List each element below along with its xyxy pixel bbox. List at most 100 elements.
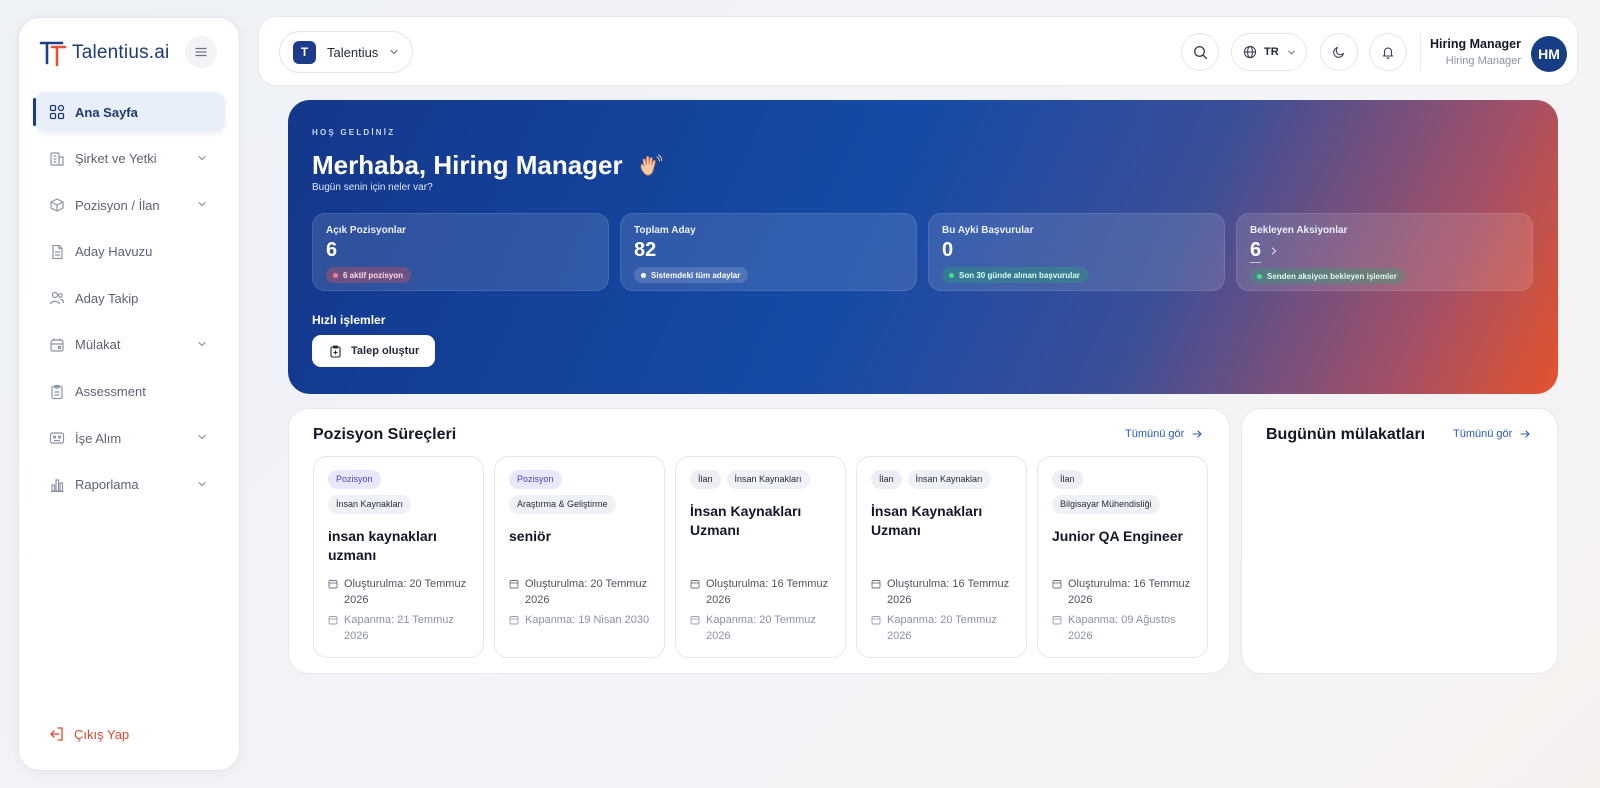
file-icon xyxy=(49,244,65,260)
chevron-down-icon xyxy=(198,435,206,440)
user-name: Hiring Manager xyxy=(1430,37,1521,51)
sidebar-item-label: Assessment xyxy=(75,384,146,400)
language-selector[interactable]: TR xyxy=(1231,33,1307,71)
theme-toggle-button[interactable] xyxy=(1320,33,1358,71)
created-date: Oluşturulma: 20 Temmuz 2026 xyxy=(509,576,656,608)
type-tag: Pozisyon xyxy=(328,470,381,489)
welcome-subtitle: Bugün senin için neler var? xyxy=(312,182,433,193)
sidebar-item-label: Raporlama xyxy=(75,477,139,493)
arrow-right-icon xyxy=(1520,430,1531,438)
see-all-interviews-link[interactable]: Tümünü gör xyxy=(1453,428,1531,440)
user-info[interactable]: Hiring Manager Hiring Manager xyxy=(1430,37,1521,67)
clipboard-icon xyxy=(49,384,65,400)
see-all-label: Tümünü gör xyxy=(1453,428,1513,440)
grid-icon xyxy=(49,104,65,120)
status-dot xyxy=(949,272,954,278)
card-title: Junior QA Engineer xyxy=(1052,528,1183,544)
sidebar-item-label: Pozisyon / İlan xyxy=(75,197,160,213)
see-all-label: Tümünü gör xyxy=(1125,428,1185,440)
status-dot xyxy=(333,272,338,278)
department-tag: İnsan Kaynakları xyxy=(328,495,412,514)
department-tag: İnsan Kaynakları xyxy=(726,470,810,489)
stat-card-total-candidates[interactable]: Toplam Aday 82 Sistemdeki tüm adaylar xyxy=(620,213,917,291)
chevron-down-icon xyxy=(1287,50,1295,55)
chevron-down-icon xyxy=(198,341,206,347)
box-icon xyxy=(49,197,65,213)
type-tag: İlan xyxy=(1052,470,1083,489)
sidebar-item-assessment[interactable]: Assessment xyxy=(35,372,225,412)
type-tag: İlan xyxy=(871,470,902,489)
sidebar-item-pozisyon-ilan[interactable]: Pozisyon / İlan xyxy=(35,185,225,225)
company-selector[interactable]: T Talentius xyxy=(279,31,413,73)
calendar-icon xyxy=(871,580,881,589)
stat-card-open-positions[interactable]: Açık Pozisyonlar 6 6 aktif pozisyon xyxy=(312,213,609,291)
closing-date: Kapanma: 20 Temmuz 2026 xyxy=(690,612,837,644)
talentius-logo-icon xyxy=(37,37,69,69)
position-processes-panel: Pozisyon Süreçleri Tümünü gör Pozisyon İ… xyxy=(288,408,1230,674)
bar-chart-icon xyxy=(49,477,65,493)
chevron-down-icon xyxy=(198,155,206,160)
closing-text: Kapanma: 20 Temmuz 2026 xyxy=(887,614,997,642)
avatar[interactable]: HM xyxy=(1531,36,1567,72)
sidebar-item-label: Mülakat xyxy=(75,337,121,353)
sidebar-item-ana-sayfa[interactable]: Ana Sayfa xyxy=(33,92,225,132)
position-card[interactable]: İlan İnsan Kaynakları İnsan Kaynakları U… xyxy=(675,456,846,658)
closing-date: Kapanma: 21 Temmuz 2026 xyxy=(328,612,475,644)
card-tags: İlan İnsan Kaynakları xyxy=(690,470,831,489)
quick-actions-title: Hızlı işlemler xyxy=(312,313,386,327)
logout-button[interactable]: Çıkış Yap xyxy=(49,726,129,742)
brand-logo[interactable]: Talentius.ai xyxy=(37,36,219,70)
stat-value-text: 6 xyxy=(326,239,338,261)
header-divider xyxy=(1420,33,1421,71)
chevron-down-icon xyxy=(198,481,206,487)
stat-note: Sistemdeki tüm adaylar xyxy=(651,270,741,280)
calendar-icon xyxy=(509,616,519,625)
card-title: İnsan Kaynakları Uzmanı xyxy=(690,503,802,538)
calendar-icon xyxy=(49,337,65,353)
stat-note: 6 aktif pozisyon xyxy=(343,270,404,280)
closing-text: Kapanma: 20 Temmuz 2026 xyxy=(706,614,816,642)
see-all-positions-link[interactable]: Tümünü gör xyxy=(1125,428,1203,440)
calendar-icon xyxy=(509,580,519,589)
position-card[interactable]: Pozisyon Araştırma & Geliştirme seniör O… xyxy=(494,456,665,658)
search-button[interactable] xyxy=(1181,33,1219,71)
sidebar-item-sirket-ve-yetki[interactable]: Şirket ve Yetki xyxy=(35,139,225,179)
closing-date: Kapanma: 09 Ağustos 2026 xyxy=(1052,612,1199,644)
position-card[interactable]: İlan İnsan Kaynakları İnsan Kaynakları U… xyxy=(856,456,1027,658)
id-card-icon xyxy=(49,430,65,446)
calendar-icon xyxy=(1052,580,1062,589)
closing-date: Kapanma: 19 Nisan 2030 xyxy=(509,612,656,628)
stat-card-monthly-applications[interactable]: Bu Ayki Başvurular 0 Son 30 günde alınan… xyxy=(928,213,1225,291)
create-request-button[interactable]: Talep oluştur xyxy=(312,335,435,367)
notifications-button[interactable] xyxy=(1369,33,1407,71)
calendar-icon xyxy=(690,616,700,625)
created-date: Oluşturulma: 16 Temmuz 2026 xyxy=(871,576,1018,608)
logout-label: Çıkış Yap xyxy=(74,726,130,742)
position-card[interactable]: İlan Bilgisayar Mühendisliği Junior QA E… xyxy=(1037,456,1208,658)
stat-badge: Sistemdeki tüm adaylar xyxy=(634,267,749,283)
card-tags: Pozisyon Araştırma & Geliştirme xyxy=(509,470,650,514)
building-icon xyxy=(49,151,65,167)
create-request-label: Talep oluştur xyxy=(351,345,420,357)
welcome-title-text: Merhaba, Hiring Manager xyxy=(312,150,623,180)
stat-card-pending-actions[interactable]: Bekleyen Aksiyonlar 6 Senden aksiyon bek… xyxy=(1236,213,1533,291)
clipboard-plus-icon xyxy=(330,344,341,358)
calendar-icon xyxy=(328,616,338,625)
department-tag: Araştırma & Geliştirme xyxy=(509,495,616,514)
sidebar: Talentius.ai Ana Sayfa Şirket ve Yetki P… xyxy=(18,17,240,771)
sidebar-item-ise-alim[interactable]: İşe Alım xyxy=(35,418,225,458)
created-date: Oluşturulma: 16 Temmuz 2026 xyxy=(690,576,837,608)
sidebar-item-aday-takip[interactable]: Aday Takip xyxy=(35,278,225,318)
panel-title: Bugünün mülakatları xyxy=(1266,426,1426,443)
sidebar-item-raporlama[interactable]: Raporlama xyxy=(35,465,225,505)
position-card[interactable]: Pozisyon İnsan Kaynakları insan kaynakla… xyxy=(313,456,484,658)
department-tag: İnsan Kaynakları xyxy=(907,470,991,489)
company-badge: T xyxy=(293,40,316,64)
stat-badge: Son 30 günde alınan başvurular xyxy=(942,267,1088,283)
menu-toggle-button[interactable] xyxy=(185,36,217,68)
sidebar-item-aday-havuzu[interactable]: Aday Havuzu xyxy=(35,232,225,272)
closing-text: Kapanma: 19 Nisan 2030 xyxy=(525,614,650,626)
created-text: Oluşturulma: 16 Temmuz 2026 xyxy=(887,578,1010,606)
panel-title: Pozisyon Süreçleri xyxy=(313,426,457,443)
sidebar-item-mulakat[interactable]: Mülakat xyxy=(35,325,225,365)
